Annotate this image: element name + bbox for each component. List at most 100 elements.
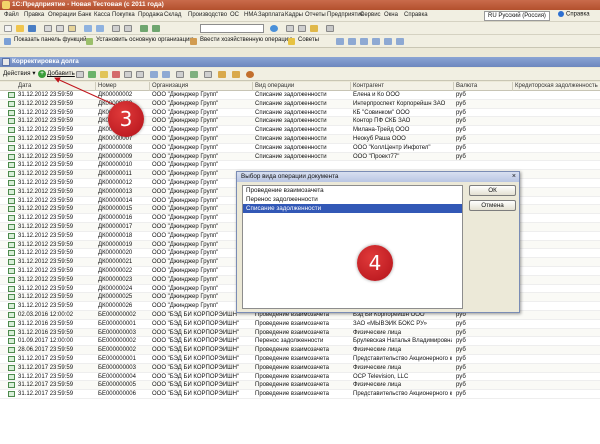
post-icon[interactable]: [124, 71, 132, 78]
menu-item-7[interactable]: Склад: [164, 12, 181, 18]
menu-item-12[interactable]: Кадры: [285, 12, 303, 18]
column-operation-type[interactable]: Вид операции: [255, 83, 294, 89]
operation-option[interactable]: Списание задолженности: [243, 204, 462, 213]
table-row[interactable]: 31.12.2012 23:59:59ДК00000003ООО "Джиндж…: [0, 99, 600, 109]
table-row[interactable]: 28.06.2017 23:59:59 БЕ000000002 ООО "БЭД Б…: [0, 346, 600, 355]
column-payables[interactable]: Кредиторская задолженность: [515, 83, 598, 89]
structure-icon[interactable]: [204, 71, 212, 78]
table-row[interactable]: 31.12.2012 23:59:59 ДК00000009 ООО "Джиндж…: [0, 152, 600, 162]
print-list-icon[interactable]: [232, 71, 240, 78]
menu-item-13[interactable]: Отчеты: [305, 12, 326, 18]
new-document-icon[interactable]: [4, 25, 12, 32]
table-row[interactable]: 31.12.2017 23:59:59 БЕ000000005 ООО "БЭД Б…: [0, 381, 600, 391]
balance-icon[interactable]: [372, 38, 380, 45]
movements-icon[interactable]: [218, 71, 226, 78]
clear-filter-icon[interactable]: [162, 71, 170, 78]
edit-icon[interactable]: [100, 71, 108, 78]
show-functions-panel-button[interactable]: Показать панель функций: [4, 37, 86, 45]
calendar-icon[interactable]: [298, 25, 306, 32]
table-cell: БЕ000000002: [98, 347, 136, 354]
table-row[interactable]: 31.12.2017 23:59:59 БЕ000000004 ООО "БЭД Б…: [0, 373, 600, 382]
close-icon[interactable]: ×: [512, 173, 516, 181]
search-combo[interactable]: [200, 24, 264, 33]
table-row[interactable]: 31.12.2012 23:59:59 ДК00000007 ООО "Джиндж…: [0, 134, 600, 144]
table-row[interactable]: 31.12.2016 23:59:59 БЕ000000003 ООО "БЭД Б…: [0, 328, 600, 338]
copy-row-icon[interactable]: [76, 71, 84, 78]
cards-icon[interactable]: [396, 38, 404, 45]
menu-item-1[interactable]: Правка: [24, 12, 44, 18]
menu-item-6[interactable]: Продажа: [138, 12, 163, 18]
actions-menu[interactable]: Действия ▾: [3, 70, 36, 77]
menu-item-3[interactable]: Банк: [78, 12, 91, 18]
preview-icon[interactable]: [124, 25, 132, 32]
menu-item-11[interactable]: Зарплата: [258, 12, 284, 18]
table-row[interactable]: 31.12.2017 23:59:59 БЕ000000001 ООО "БЭД Б…: [0, 355, 600, 364]
menu-item-9[interactable]: ОС: [230, 12, 239, 18]
report-icon[interactable]: [348, 38, 356, 45]
menu-item-17[interactable]: Справка: [404, 12, 428, 18]
journal-icon[interactable]: [336, 38, 344, 45]
column-currency[interactable]: Валюта: [456, 83, 477, 89]
menu-item-4[interactable]: Касса: [94, 12, 110, 18]
table-cell: ООО "БЭД БИ КОРПОРЭЙШН": [152, 364, 240, 371]
menu-item-8[interactable]: Производство: [188, 12, 227, 18]
table-row[interactable]: 31.12.2012 23:59:59 ДК00000010 ООО "Джиндж…: [0, 161, 600, 171]
redo-icon[interactable]: [96, 25, 104, 32]
help-circle-icon[interactable]: [246, 71, 254, 78]
menu-item-16[interactable]: Окна: [384, 12, 398, 18]
add-group-icon[interactable]: [88, 71, 96, 78]
undo-icon[interactable]: [84, 25, 92, 32]
calculator-icon[interactable]: [286, 25, 294, 32]
column-number[interactable]: Номер: [98, 83, 116, 89]
search-icon[interactable]: [270, 25, 278, 32]
table-row[interactable]: 31.12.2017 23:59:59 БЕ000000003 ООО "БЭД Б…: [0, 363, 600, 373]
table-row[interactable]: 31.12.2012 23:59:59ДК00000004ООО "Джиндж…: [0, 109, 600, 118]
table-cell: Проведение взаимозачета: [255, 347, 330, 354]
cut-icon[interactable]: [44, 25, 52, 32]
sort-icon[interactable]: [176, 71, 184, 78]
column-counterparty[interactable]: Контрагент: [353, 83, 384, 89]
set-main-organization-button[interactable]: Установить основную организацию: [86, 37, 194, 45]
table-row[interactable]: 31.12.2012 23:59:59ДК00000006ООО "Джиндж…: [0, 126, 600, 135]
document-posted-icon: [8, 303, 15, 310]
open-folder-icon[interactable]: [16, 25, 24, 32]
table-row[interactable]: 01.09.2017 12:00:00 БЕ000000002 ООО "БЭД Б…: [0, 337, 600, 347]
table-row[interactable]: 31.12.2012 23:59:59ДК00000005ООО "Джиндж…: [0, 117, 600, 127]
enter-business-operation-button[interactable]: Ввести хозяйственную операцию: [190, 37, 293, 45]
table-row[interactable]: 31.12.2017 23:59:59 БЕ000000006 ООО "БЭД Б…: [0, 390, 600, 399]
delete-icon[interactable]: [112, 71, 120, 78]
add-button[interactable]: + Добавить: [38, 70, 75, 78]
menu-item-5[interactable]: Покупка: [112, 12, 135, 18]
menu-item-0[interactable]: Файл: [4, 12, 19, 18]
filter-icon[interactable]: [150, 71, 158, 78]
clipboard-icon[interactable]: [310, 25, 318, 32]
tips-button[interactable]: Советы: [288, 37, 319, 45]
table-cell: Проведение взаимозачета: [255, 355, 330, 362]
table-row[interactable]: 31.12.2012 23:59:59 ДК00000002 ООО "Джиндж…: [0, 91, 600, 100]
table-row[interactable]: 31.12.2016 23:59:59 БЕ000000001 ООО "БЭД Б…: [0, 320, 600, 329]
unpost-icon[interactable]: [136, 71, 144, 78]
table-row[interactable]: 31.12.2012 23:59:59 ДК00000008 ООО "Джиндж…: [0, 144, 600, 153]
refresh-icon[interactable]: [190, 71, 198, 78]
help-button[interactable]: Справка: [558, 11, 590, 18]
save-icon[interactable]: [28, 25, 36, 32]
print-icon[interactable]: [112, 25, 120, 32]
settings-icon[interactable]: [326, 25, 334, 32]
column-organization[interactable]: Организация: [152, 83, 188, 89]
language-indicator[interactable]: RU Русский (Россия): [484, 11, 550, 21]
menu-item-14[interactable]: Предприятие: [327, 12, 364, 18]
menu-item-10[interactable]: НМА: [244, 12, 257, 18]
operation-option[interactable]: Перенос задолженности: [243, 195, 462, 204]
chart-of-accounts-icon[interactable]: [360, 38, 368, 45]
analysis-icon[interactable]: [384, 38, 392, 45]
cancel-button[interactable]: Отмена: [469, 200, 516, 211]
paste-icon[interactable]: [68, 25, 76, 32]
find-icon[interactable]: [140, 25, 148, 32]
ok-button[interactable]: ОК: [469, 185, 516, 196]
column-date[interactable]: Дата: [18, 83, 31, 89]
operation-option[interactable]: Проведение взаимозачета: [243, 186, 462, 195]
find-next-icon[interactable]: [152, 25, 160, 32]
menu-item-2[interactable]: Операции: [48, 12, 76, 18]
copy-icon[interactable]: [56, 25, 64, 32]
menu-item-15[interactable]: Сервис: [360, 12, 381, 18]
